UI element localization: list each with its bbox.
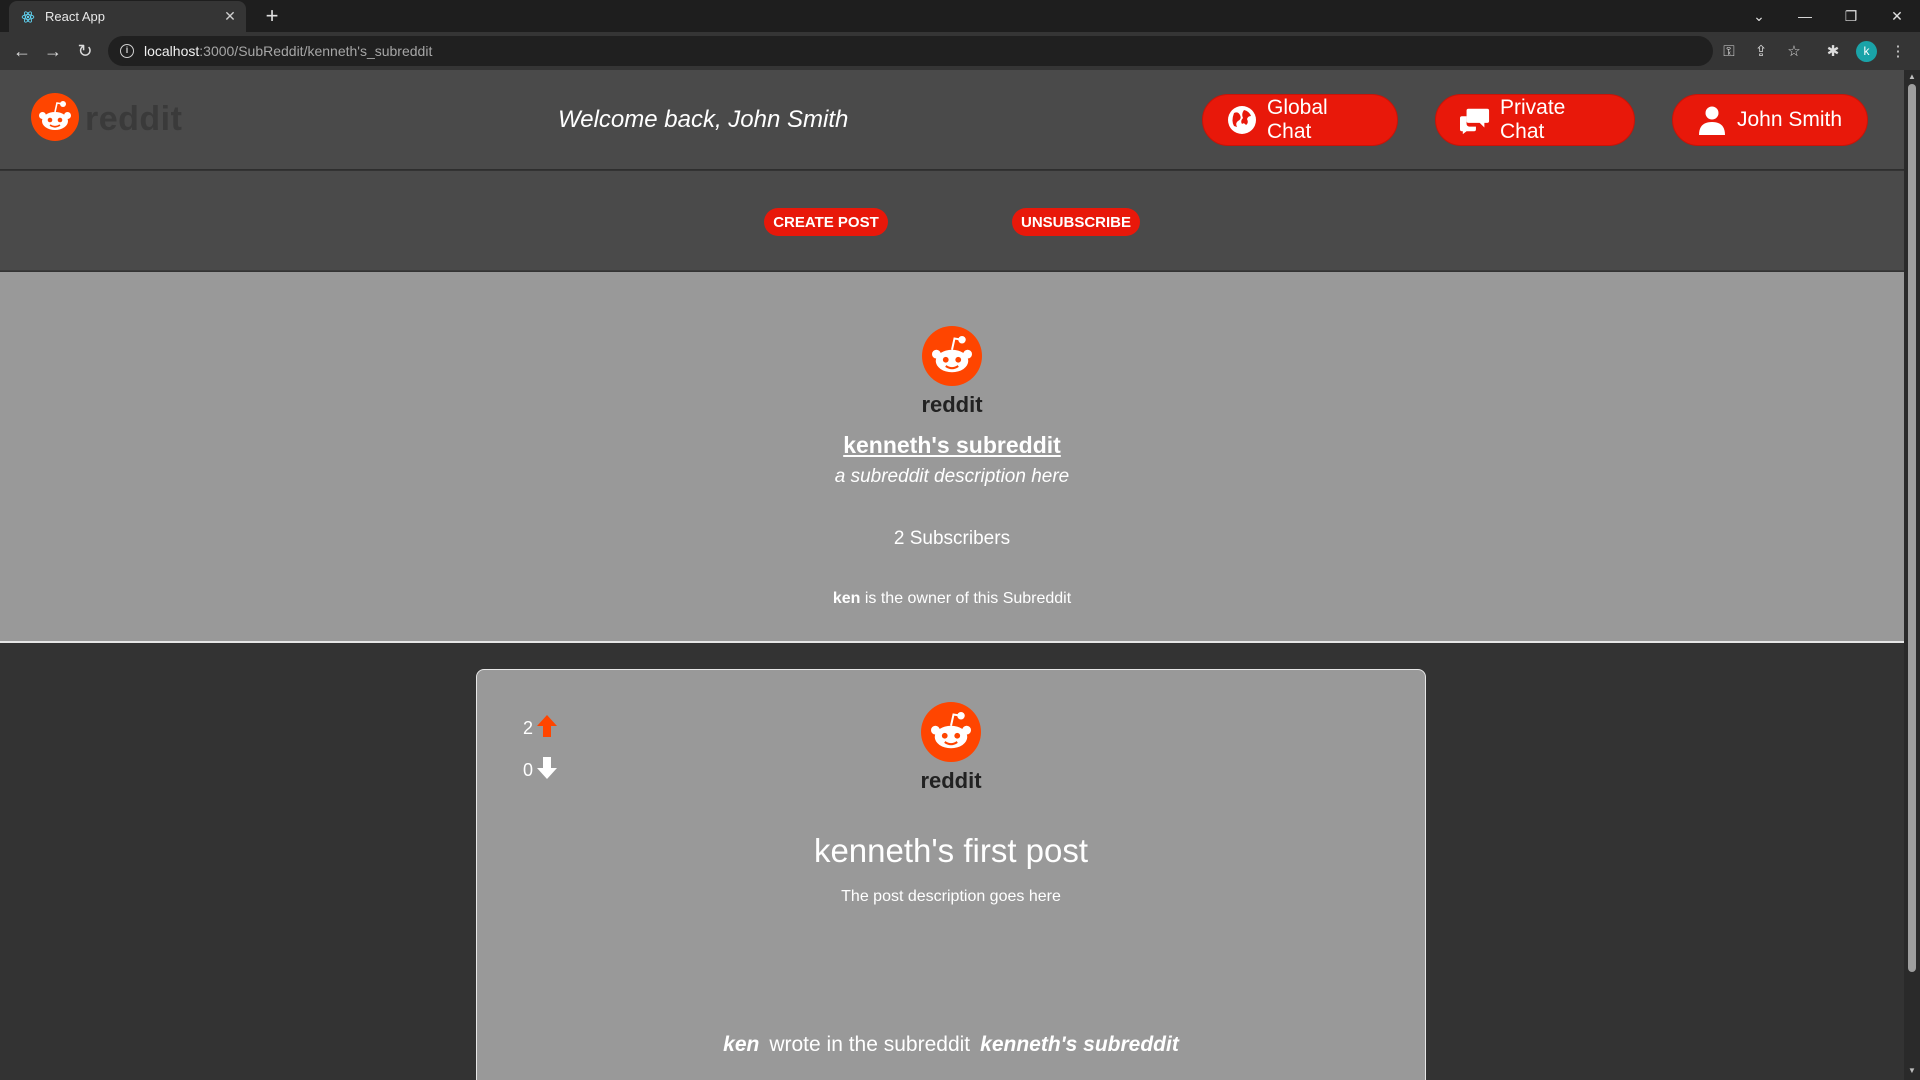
browser-tab[interactable]: React App ✕ <box>9 1 246 32</box>
post-attribution: ken wrote in the subreddit kenneth's subre… <box>477 1033 1425 1057</box>
global-chat-button[interactable]: Global Chat <box>1202 94 1398 146</box>
tab-close-icon[interactable]: ✕ <box>220 8 240 25</box>
post-description: The post description goes here <box>841 888 1061 905</box>
back-icon[interactable]: ← <box>10 39 34 63</box>
subreddit-description: a subreddit description here <box>834 466 1070 487</box>
post-logo-wordmark: reddit <box>920 768 982 793</box>
user-name-label: John Smith <box>1737 108 1843 131</box>
post-wrote-in: wrote in the subreddit <box>769 1033 971 1056</box>
site-logo[interactable]: reddit <box>31 93 182 146</box>
user-profile-button[interactable]: John Smith <box>1672 94 1868 146</box>
browser-toolbar: ← → ↻ i localhost:3000/SubReddit/kenneth… <box>0 32 1920 70</box>
minimize-icon[interactable]: — <box>1782 0 1828 32</box>
reddit-snoo-icon <box>922 326 982 391</box>
unsubscribe-button[interactable]: UNSUBSCRIBE <box>1012 208 1140 236</box>
page-scrollbar[interactable]: ▲ ▼ <box>1904 70 1920 1080</box>
close-window-icon[interactable]: ✕ <box>1874 0 1920 32</box>
react-icon <box>21 10 35 24</box>
global-chat-label: Global Chat <box>1267 96 1328 143</box>
scroll-down-icon[interactable]: ▼ <box>1907 1066 1917 1076</box>
reddit-snoo-icon <box>921 702 981 767</box>
url-host: localhost <box>144 43 200 59</box>
subreddit-owner-line: ken is the owner of this Subreddit <box>0 590 1904 608</box>
site-header: reddit Welcome back, John Smith Global C… <box>0 70 1904 170</box>
post-subreddit-link[interactable]: kenneth's subreddit <box>980 1033 1179 1056</box>
restore-icon[interactable]: ❐ <box>1828 0 1874 32</box>
scrollbar-thumb[interactable] <box>1908 84 1916 972</box>
page-viewport: reddit Welcome back, John Smith Global C… <box>0 70 1904 1080</box>
scroll-up-icon[interactable]: ▲ <box>1907 72 1917 82</box>
owner-suffix: is the owner of this Subreddit <box>864 590 1072 607</box>
share-icon[interactable]: ⇪ <box>1751 41 1771 61</box>
create-post-button[interactable]: CREATE POST <box>764 208 888 236</box>
browser-tabstrip: React App ✕ + ⌄ — ❐ ✕ <box>0 0 1920 32</box>
subreddit-logo: reddit <box>921 326 983 418</box>
private-chat-label: Private Chat <box>1500 96 1566 143</box>
welcome-message: Welcome back, John Smith <box>558 106 849 133</box>
subreddit-action-bar: CREATE POST UNSUBSCRIBE <box>0 171 1904 271</box>
subreddit-info-panel: reddit kenneth's subreddit a subreddit d… <box>0 272 1904 643</box>
key-icon[interactable]: ⚿ <box>1719 41 1739 61</box>
user-icon <box>1697 105 1727 135</box>
post-author[interactable]: ken <box>723 1033 759 1056</box>
reload-icon[interactable]: ↻ <box>73 39 97 63</box>
tab-title: React App <box>45 9 105 24</box>
chat-bubbles-icon <box>1460 105 1490 135</box>
forward-icon[interactable]: → <box>41 39 65 63</box>
site-info-icon[interactable]: i <box>120 44 134 58</box>
post-logo: reddit <box>920 702 982 794</box>
subreddit-logo-wordmark: reddit <box>921 392 983 417</box>
browser-menu-icon[interactable]: ⋮ <box>1888 41 1908 61</box>
bookmark-star-icon[interactable]: ☆ <box>1784 41 1804 61</box>
extensions-icon[interactable]: ✱ <box>1823 41 1843 61</box>
post-card[interactable]: 2 0 reddit kenneth's first post The post… <box>476 669 1426 1080</box>
private-chat-button[interactable]: Private Chat <box>1435 94 1635 146</box>
globe-icon <box>1227 105 1257 135</box>
profile-avatar[interactable]: k <box>1856 41 1877 62</box>
new-tab-button[interactable]: + <box>258 2 286 30</box>
url-path: :3000/SubReddit/kenneth's_subreddit <box>199 43 433 59</box>
reddit-snoo-icon <box>31 93 79 146</box>
owner-username: ken <box>832 590 861 607</box>
subreddit-name[interactable]: kenneth's subreddit <box>843 432 1061 458</box>
logo-wordmark: reddit <box>85 100 183 138</box>
address-bar[interactable]: i localhost:3000/SubReddit/kenneth's_sub… <box>108 36 1713 66</box>
tab-search-icon[interactable]: ⌄ <box>1736 0 1782 32</box>
subscriber-count: 2 Subscribers <box>893 528 1011 549</box>
post-title[interactable]: kenneth's first post <box>477 832 1425 870</box>
